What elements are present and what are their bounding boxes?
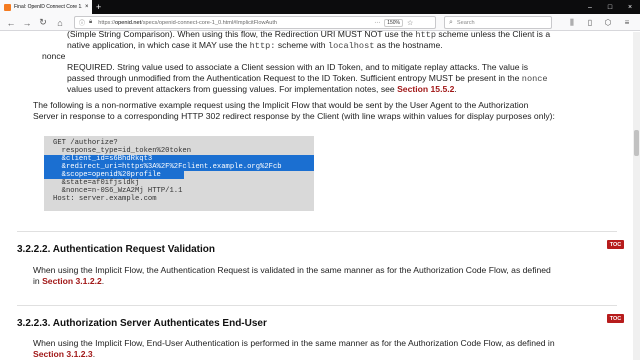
url-text[interactable]: https://openid.net/specs/openid-connect-… <box>98 20 368 26</box>
tab-title: Final: OpenID Connect Core 1.0 <box>14 4 82 10</box>
section-divider <box>17 231 617 232</box>
new-tab-button[interactable]: + <box>96 1 101 13</box>
info-icon[interactable]: ⓘ <box>79 18 85 27</box>
library-icon[interactable]: ⫼ <box>566 17 578 28</box>
toc-button[interactable]: TOC <box>607 240 624 249</box>
sidebar-icon[interactable]: ▯ <box>584 17 596 28</box>
lock-icon[interactable]: 🔒︎ <box>89 19 92 26</box>
text: values used to prevent attackers from gu… <box>67 84 398 94</box>
text: (Simple String Comparison). When using t… <box>67 29 416 39</box>
page-content: (Simple String Comparison). When using t… <box>0 29 640 360</box>
tab-openid-core[interactable]: Final: OpenID Connect Core 1.0 × <box>0 0 92 14</box>
vertical-scrollbar[interactable] <box>633 32 640 360</box>
code-example-block[interactable]: GET /authorize? response_type=id_token%2… <box>44 136 314 211</box>
scrollbar-thumb[interactable] <box>634 130 639 156</box>
code-line-selected: &redirect_uri=https%3A%2F%2Fclient.examp… <box>44 163 314 171</box>
section-3-2-2-3-text-2: Section 3.1.2.3. <box>33 349 95 360</box>
text: . <box>454 84 457 94</box>
section-divider <box>17 305 617 306</box>
openid-favicon-icon <box>4 3 11 11</box>
code-line: &state=af0ifjsldkj <box>53 179 140 187</box>
code-http-colon: http: <box>249 41 276 51</box>
example-intro-1: The following is a non-normative example… <box>33 100 529 110</box>
forward-icon[interactable]: → <box>20 16 34 29</box>
section-3-2-2-3-heading: 3.2.2.3. Authorization Server Authentica… <box>17 318 267 329</box>
section-3-2-2-2-heading: 3.2.2.2. Authentication Request Validati… <box>17 244 216 255</box>
nonce-description-1: REQUIRED. String value used to associate… <box>67 62 529 72</box>
section-3-1-2-2-link[interactable]: Section 3.1.2.2 <box>42 276 102 286</box>
extensions-icon[interactable]: ⬡ <box>602 17 614 28</box>
code-line: GET /authorize? <box>53 139 118 147</box>
search-placeholder: Search <box>456 19 475 26</box>
code-line: &nonce=n-0S6_WzA2Mj HTTP/1.1 <box>53 187 183 195</box>
code-localhost: localhost <box>327 41 375 51</box>
code-line: response_type=id_token%20token <box>53 147 192 155</box>
section-3-2-2-2-text-1: When using the Implicit Flow, the Authen… <box>33 265 551 275</box>
code-nonce: nonce <box>521 74 548 84</box>
back-icon[interactable]: ← <box>4 16 18 29</box>
section-3-2-2-2-text-2: in Section 3.1.2.2. <box>33 276 104 287</box>
text: scheme with <box>275 40 328 50</box>
term-nonce: nonce <box>42 51 66 61</box>
nonce-description-3: values used to prevent attackers from gu… <box>67 84 457 95</box>
section-3-1-2-3-link[interactable]: Section 3.1.2.3 <box>33 349 93 359</box>
text: native application, in which case it MAY… <box>67 40 250 50</box>
code-http: http <box>415 30 436 40</box>
tab-strip: Final: OpenID Connect Core 1.0 × + – □ × <box>0 0 640 14</box>
text: scheme unless the Client is a <box>435 29 551 39</box>
section-15-5-2-link[interactable]: Section 15.5.2 <box>397 84 454 94</box>
home-icon[interactable]: ⌂ <box>53 16 67 29</box>
toc-button[interactable]: TOC <box>607 314 624 323</box>
code-line: Host: server.example.com <box>53 195 157 203</box>
paragraph-redirect-uri-2: native application, in which case it MAY… <box>67 40 443 52</box>
search-icon: ⌕ <box>449 18 453 26</box>
text: passed through unmodified from the Authe… <box>67 73 522 83</box>
text: in <box>33 276 43 286</box>
text: . <box>92 349 96 359</box>
section-3-2-2-3-text-1: When using the Implicit Flow, End-User A… <box>33 338 555 348</box>
more-icon[interactable]: ··· <box>374 20 380 26</box>
example-intro-2: Server in response to a corresponding HT… <box>33 111 555 121</box>
reload-icon[interactable]: ↻ <box>36 16 50 29</box>
text: . <box>101 276 105 286</box>
zoom-level-badge[interactable]: 150% <box>384 18 404 27</box>
minimize-icon[interactable]: – <box>580 0 600 14</box>
maximize-icon[interactable]: □ <box>600 0 620 14</box>
close-window-icon[interactable]: × <box>620 0 640 14</box>
tab-close-icon[interactable]: × <box>85 4 89 10</box>
text: as the hostname. <box>374 40 443 50</box>
code-line-selected: &scope=openid%20profile <box>44 171 184 179</box>
address-bar[interactable]: ⓘ 🔒︎ https://openid.net/specs/openid-con… <box>74 16 436 29</box>
search-input[interactable]: ⌕ Search <box>444 16 552 29</box>
menu-icon[interactable]: ≡ <box>621 17 633 28</box>
bookmark-star-icon[interactable]: ☆ <box>407 19 413 27</box>
code-line-selected: &client_id=s6BhdRkqt3 <box>44 155 314 163</box>
